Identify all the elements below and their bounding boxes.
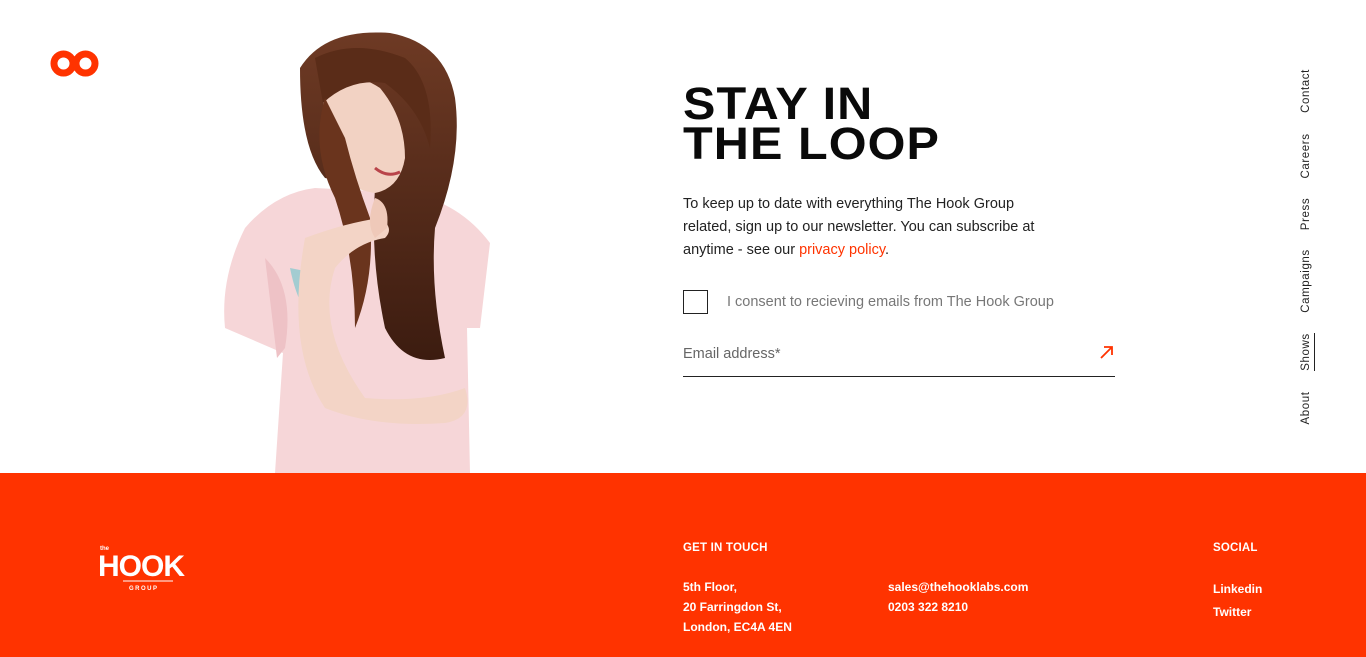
page-headline: STAY IN THE LOOP xyxy=(683,81,941,169)
arrow-up-right-icon[interactable] xyxy=(1099,344,1115,360)
social-link-twitter[interactable]: Twitter xyxy=(1213,602,1251,622)
social-link-linkedin[interactable]: Linkedin xyxy=(1213,579,1262,599)
email-field-wrapper xyxy=(683,340,1115,377)
get-in-touch-heading: GET IN TOUCH xyxy=(683,542,768,554)
privacy-policy-link[interactable]: privacy policy xyxy=(799,242,885,258)
nav-item-about[interactable]: About xyxy=(1300,391,1312,424)
headline-line-2: THE LOOP xyxy=(683,118,941,169)
logo-sub: GROUP xyxy=(129,586,159,592)
nav-active-indicator xyxy=(1314,333,1315,371)
contact-email-link[interactable]: sales@thehooklabs.com xyxy=(888,577,1028,597)
address-line-3: London, EC4A 4EN xyxy=(683,620,792,634)
newsletter-intro: To keep up to date with everything The H… xyxy=(683,193,1063,262)
logo-word: HOOK xyxy=(98,550,185,583)
email-input[interactable] xyxy=(683,340,1083,368)
nav-item-contact[interactable]: Contact xyxy=(1300,69,1312,113)
consent-row: I consent to recieving emails from The H… xyxy=(683,290,1054,314)
intro-end: . xyxy=(885,242,890,258)
infinity-loop-logo-icon[interactable] xyxy=(50,50,99,77)
address-line-2: 20 Farringdon St, xyxy=(683,600,782,614)
nav-item-campaigns[interactable]: Campaigns xyxy=(1300,249,1312,313)
consent-label[interactable]: I consent to recieving emails from The H… xyxy=(727,294,1054,310)
side-nav: Contact Careers Press Campaigns Shows Ab… xyxy=(1295,60,1319,440)
contact-phone-link[interactable]: 0203 322 8210 xyxy=(888,597,968,617)
social-heading: SOCIAL xyxy=(1213,542,1258,554)
nav-item-press[interactable]: Press xyxy=(1300,198,1312,230)
hero-photo xyxy=(224,32,490,473)
nav-item-shows[interactable]: Shows xyxy=(1300,333,1312,371)
nav-item-careers[interactable]: Careers xyxy=(1300,133,1312,178)
address-line-1: 5th Floor, xyxy=(683,580,737,594)
consent-checkbox[interactable] xyxy=(683,290,708,314)
the-hook-group-logo[interactable]: the HOOK GROUP xyxy=(98,541,198,595)
footer: the HOOK GROUP GET IN TOUCH 5th Floor, 2… xyxy=(0,473,1366,657)
